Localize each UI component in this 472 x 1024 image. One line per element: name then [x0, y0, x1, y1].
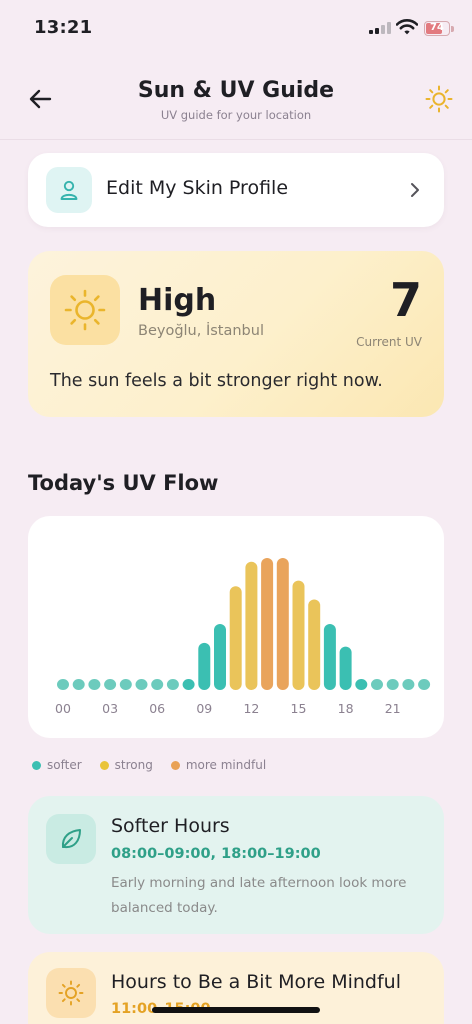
- header: Sun & UV Guide UV guide for your locatio…: [0, 56, 472, 140]
- current-uv-card: High Beyoğlu, İstanbul 7 Current UV The …: [28, 251, 444, 417]
- uv-bar-00: [57, 679, 69, 690]
- legend-item-softer: softer: [32, 758, 82, 772]
- uv-bar-16: [308, 599, 321, 690]
- uv-location: Beyoğlu, İstanbul: [138, 323, 264, 339]
- uv-level: High: [138, 283, 217, 318]
- uv-bar-20: [371, 679, 383, 690]
- x-tick-label: 18: [338, 701, 354, 716]
- sun-icon: [50, 275, 120, 345]
- softer-hours-description: Early morning and late afternoon look mo…: [111, 875, 407, 916]
- uv-bar-01: [72, 679, 85, 690]
- legend-dot: [170, 760, 180, 770]
- uv-bar-08: [182, 679, 195, 690]
- x-tick-label: 21: [385, 701, 401, 716]
- uv-bar-07: [166, 679, 179, 690]
- uv-bar-02: [88, 679, 101, 690]
- uv-message: The sun feels a bit stronger right now.: [50, 371, 383, 391]
- x-tick-label: 09: [196, 701, 212, 716]
- uv-bar-11: [229, 586, 242, 690]
- edit-skin-profile-label: Edit My Skin Profile: [106, 177, 289, 199]
- x-tick-label: 03: [102, 701, 118, 716]
- uv-bar-17: [323, 624, 336, 690]
- sun-icon[interactable]: [424, 84, 454, 114]
- sun-icon: [46, 968, 96, 1018]
- uv-bar-06: [151, 679, 164, 690]
- uv-bar-13: [261, 558, 274, 690]
- uv-bar-23: [418, 679, 431, 690]
- mindful-hours-card: Hours to Be a Bit More Mindful 11:00–15:…: [28, 952, 444, 1024]
- uv-flow-chart: 00 03 06 09 12 15 18 21: [55, 558, 431, 716]
- legend-item-strong: strong: [99, 758, 153, 772]
- uv-bar-15: [292, 580, 305, 690]
- cellular-signal-icon: [369, 22, 391, 34]
- legend-dot: [32, 760, 41, 770]
- uv-bar-21: [386, 679, 399, 690]
- x-tick-label: 06: [149, 701, 165, 716]
- leaf-icon: [46, 814, 96, 864]
- uv-flow-title: Today's UV Flow: [28, 471, 219, 495]
- uv-bar-22: [402, 679, 415, 690]
- uv-bar-09: [198, 642, 211, 690]
- softer-hours-title: Softer Hours: [111, 815, 230, 837]
- uv-flow-chart-card: 00 03 06 09 12 15 18 21: [28, 516, 444, 738]
- uv-bar-14: [276, 558, 289, 690]
- arrow-left-icon[interactable]: [26, 84, 60, 114]
- chart-legend: softer strong more mindful: [32, 756, 284, 774]
- x-tick-label: 12: [243, 701, 259, 716]
- uv-bar-05: [135, 679, 148, 690]
- home-indicator[interactable]: [152, 1007, 320, 1013]
- uv-index-value: 7: [389, 273, 422, 327]
- battery-percent: 74: [430, 22, 444, 33]
- x-tick-label: 00: [55, 701, 71, 716]
- status-time: 13:21: [34, 17, 93, 38]
- legend-item-more-mindful: more mindful: [170, 758, 267, 772]
- page-title: Sun & UV Guide: [137, 78, 335, 103]
- chevron-right-icon: [411, 183, 419, 197]
- battery-icon: 74: [424, 21, 454, 36]
- uv-bar-04: [119, 679, 132, 690]
- uv-bar-03: [104, 679, 117, 690]
- edit-skin-profile-button[interactable]: Edit My Skin Profile: [28, 153, 444, 227]
- uv-index-label: Current UV: [356, 335, 422, 349]
- legend-label: softer: [47, 758, 82, 772]
- mindful-hours-title: Hours to Be a Bit More Mindful: [111, 971, 401, 993]
- softer-hours-card: Softer Hours 08:00–09:00, 18:00–19:00 Ea…: [28, 796, 444, 934]
- uv-bar-19: [355, 679, 368, 690]
- x-tick-label: 15: [291, 701, 307, 716]
- legend-dot: [99, 760, 109, 770]
- page-subtitle: UV guide for your location: [160, 108, 312, 122]
- person-icon: [46, 167, 92, 213]
- uv-bar-12: [245, 561, 258, 690]
- softer-hours-times: 08:00–09:00, 18:00–19:00: [111, 846, 321, 862]
- uv-bar-10: [214, 624, 226, 690]
- title-group: Sun & UV Guide UV guide for your locatio…: [96, 78, 376, 122]
- status-bar: 13:21 74: [0, 0, 472, 56]
- uv-bar-18: [339, 646, 352, 690]
- legend-label: strong: [114, 758, 153, 772]
- wifi-icon: [396, 19, 418, 35]
- legend-label: more mindful: [185, 758, 267, 772]
